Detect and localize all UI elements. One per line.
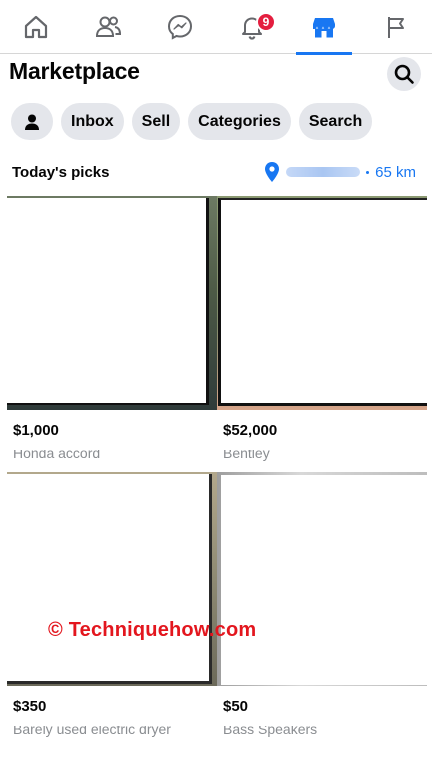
messenger-icon: [167, 14, 193, 40]
watermark-text: © Techniquehow.com: [48, 619, 257, 641]
nav-home[interactable]: [0, 0, 72, 54]
inbox-chip[interactable]: Inbox: [61, 103, 124, 140]
listing-photo: [7, 196, 217, 410]
nav-pages[interactable]: [360, 0, 432, 54]
nav-notifications[interactable]: 9: [216, 0, 288, 54]
listing-card[interactable]: $1,000 Honda accord: [7, 196, 217, 462]
listing-price: $50: [223, 698, 249, 715]
search-chip[interactable]: Search: [298, 103, 373, 140]
listing-price: $52,000: [223, 422, 278, 439]
listing-title: Barely used electric dryer: [13, 726, 171, 737]
listing-price: $1,000: [13, 422, 59, 439]
friends-icon: [95, 16, 122, 37]
profile-chip[interactable]: [11, 103, 53, 140]
page-title: Marketplace: [9, 58, 140, 84]
person-icon: [25, 114, 39, 130]
listing-photo: [217, 196, 427, 410]
listing-price: $350: [13, 698, 47, 715]
categories-chip[interactable]: Categories: [188, 103, 291, 140]
listing-photo: [7, 472, 217, 686]
top-navigation-bar: 9: [0, 0, 432, 55]
location-pin-icon: [265, 162, 280, 182]
search-icon: [394, 64, 414, 84]
search-button[interactable]: [387, 57, 421, 91]
location-filter[interactable]: 65 km: [264, 160, 416, 184]
marketplace-store-icon: [313, 18, 335, 38]
nav-messenger[interactable]: [144, 0, 216, 54]
listing-title: Bass Speakers: [223, 726, 318, 737]
pages-flag-icon: [388, 17, 404, 38]
location-name-redacted: [286, 167, 361, 177]
sell-chip[interactable]: Sell: [131, 103, 181, 140]
section-title: Today's picks: [12, 164, 110, 181]
home-icon: [24, 15, 48, 39]
notification-count-badge: 9: [256, 12, 276, 32]
distance-label: 65 km: [375, 163, 416, 181]
listing-card[interactable]: $52,000 Bentley: [217, 196, 427, 462]
listing-title: Honda accord: [13, 450, 101, 461]
separator-dot: [366, 170, 370, 174]
listing-card[interactable]: $50 Bass Speakers: [217, 472, 427, 738]
marketplace-filter-chips: Inbox Sell Categories Search: [11, 103, 373, 140]
bottom-edge: [0, 748, 432, 758]
listing-title: Bentley: [223, 450, 270, 461]
nav-friends[interactable]: [72, 0, 144, 54]
listing-card[interactable]: $350 Barely used electric dryer: [7, 472, 217, 738]
nav-marketplace[interactable]: [288, 0, 360, 55]
listing-photo: [217, 472, 427, 686]
